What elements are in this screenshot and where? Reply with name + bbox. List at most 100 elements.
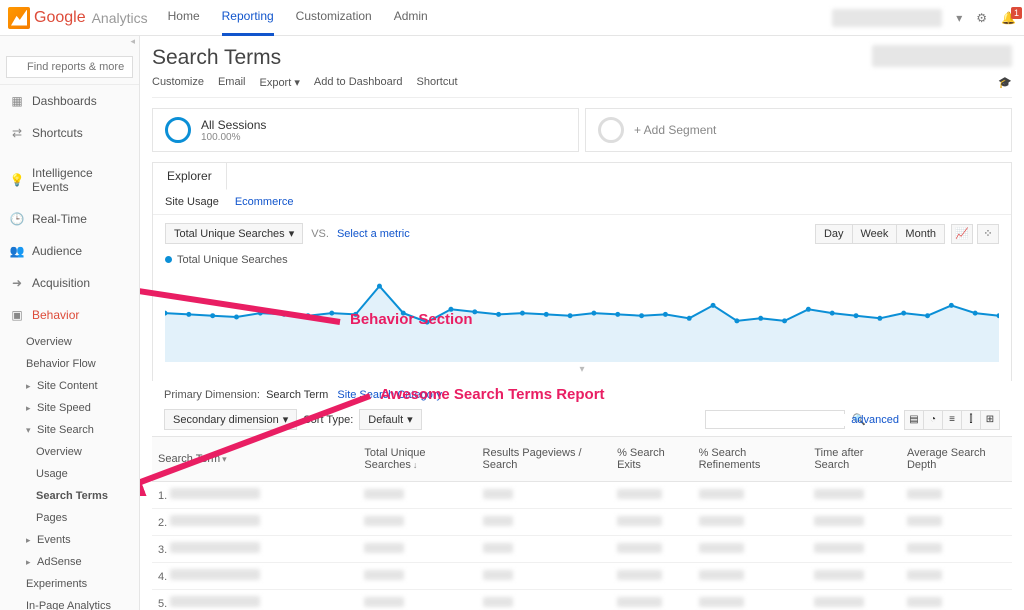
segment-add[interactable]: + Add Segment — [585, 108, 1012, 152]
sidebar-item-realtime[interactable]: 🕒Real-Time — [0, 203, 139, 235]
chevron-right-icon: ▸ — [26, 535, 34, 546]
compare-metric-selector[interactable]: Select a metric — [337, 228, 410, 240]
account-selector[interactable] — [832, 9, 942, 27]
nav-home[interactable]: Home — [168, 0, 200, 36]
chart-line-icon[interactable]: 📈 — [951, 224, 973, 244]
sidebar-item-dashboards[interactable]: ▦Dashboards — [0, 85, 139, 117]
trend-chart[interactable] — [165, 272, 999, 362]
tab-explorer[interactable]: Explorer — [153, 163, 227, 190]
logo[interactable]: Google Analytics — [8, 7, 148, 29]
action-shortcut[interactable]: Shortcut — [417, 76, 458, 89]
table-search[interactable]: 🔍 — [705, 410, 845, 429]
view-comparison-icon[interactable]: ⫿ — [961, 410, 981, 430]
notifications-icon[interactable]: 🔔 — [1001, 11, 1016, 25]
behavior-submenu: Overview Behavior Flow ▸Site Content ▸Si… — [0, 331, 139, 610]
legend-dot-icon — [165, 256, 172, 263]
action-customize[interactable]: Customize — [152, 76, 204, 89]
sub-site-speed[interactable]: ▸Site Speed — [26, 397, 139, 419]
sub-inpage[interactable]: In-Page Analytics — [26, 595, 139, 610]
sub-ss-terms[interactable]: Search Terms — [26, 485, 139, 507]
sub-overview[interactable]: Overview — [26, 331, 139, 353]
vs-label: VS. — [311, 228, 329, 240]
chart-motion-icon[interactable]: ⁘ — [977, 224, 999, 244]
action-email[interactable]: Email — [218, 76, 246, 89]
view-table-icon[interactable]: ▤ — [904, 410, 924, 430]
chevron-down-icon[interactable]: ▾ — [956, 11, 962, 25]
sub-experiments[interactable]: Experiments — [26, 573, 139, 595]
col-depth[interactable]: Average Search Depth — [901, 437, 1012, 482]
col-unique[interactable]: Total Unique Searches↓ — [358, 437, 476, 482]
dimension-row: Primary Dimension: Search Term Site Sear… — [152, 381, 1012, 405]
granularity-month[interactable]: Month — [896, 224, 945, 244]
chart-expand-icon[interactable]: ▾ — [153, 362, 1011, 381]
dim-site-search-category[interactable]: Site Search Category — [337, 389, 442, 401]
chevron-down-icon: ▾ — [26, 425, 34, 436]
sub-ss-overview[interactable]: Overview — [26, 441, 139, 463]
sidebar: ◂ ▦Dashboards ⇄Shortcuts 💡Intelligence E… — [0, 36, 140, 610]
brand-product: Analytics — [92, 10, 148, 26]
sub-flow[interactable]: Behavior Flow — [26, 353, 139, 375]
table-row[interactable]: 3. — [152, 536, 1012, 563]
sub-site-content[interactable]: ▸Site Content — [26, 375, 139, 397]
action-export[interactable]: Export ▾ — [259, 76, 299, 89]
col-time[interactable]: Time after Search — [808, 437, 901, 482]
table-row[interactable]: 2. — [152, 509, 1012, 536]
table-search-input[interactable] — [710, 414, 852, 426]
action-bar: Customize Email Export ▾ Add to Dashboar… — [152, 76, 1012, 98]
advanced-filter-link[interactable]: advanced — [851, 414, 899, 426]
table-row[interactable]: 1. — [152, 482, 1012, 509]
sort-type-selector[interactable]: Default ▾ — [359, 409, 421, 430]
audience-icon: 👥 — [10, 244, 24, 258]
data-table: Search Term▾ Total Unique Searches↓ Resu… — [152, 436, 1012, 610]
sidebar-collapse-icon[interactable]: ◂ — [0, 36, 139, 50]
granularity-day[interactable]: Day — [815, 224, 853, 244]
sidebar-item-intelligence[interactable]: 💡Intelligence Events — [0, 157, 139, 203]
sidebar-item-acquisition[interactable]: ➜Acquisition — [0, 267, 139, 299]
acquisition-icon: ➜ — [10, 276, 24, 290]
table-row[interactable]: 4. — [152, 563, 1012, 590]
subtab-site-usage[interactable]: Site Usage — [165, 196, 219, 208]
view-percent-icon[interactable]: ◔ — [923, 410, 943, 430]
segment-circle-icon — [165, 117, 191, 143]
view-mode-buttons: ▤ ◔ ≡ ⫿ ⊞ — [905, 410, 1000, 430]
subtab-ecommerce[interactable]: Ecommerce — [235, 196, 294, 208]
action-add-dashboard[interactable]: Add to Dashboard — [314, 76, 403, 89]
nav-admin[interactable]: Admin — [394, 0, 428, 36]
chevron-right-icon: ▸ — [26, 381, 34, 392]
bulb-icon: 💡 — [10, 173, 24, 187]
col-refinements[interactable]: % Search Refinements — [693, 437, 809, 482]
dim-search-term[interactable]: Search Term — [266, 389, 328, 401]
granularity-buttons: Day Week Month — [816, 224, 945, 244]
dashboard-icon: ▦ — [10, 94, 24, 108]
col-pageviews[interactable]: Results Pageviews / Search — [477, 437, 612, 482]
add-segment-label: + Add Segment — [634, 123, 716, 137]
nav-reporting[interactable]: Reporting — [222, 0, 274, 36]
secondary-dimension-selector[interactable]: Secondary dimension ▾ — [164, 409, 297, 430]
segment-all-sessions[interactable]: All Sessions 100.00% — [152, 108, 579, 152]
sub-ss-usage[interactable]: Usage — [26, 463, 139, 485]
granularity-week[interactable]: Week — [852, 224, 898, 244]
sub-site-search[interactable]: ▾Site Search — [26, 419, 139, 441]
sidebar-item-shortcuts[interactable]: ⇄Shortcuts — [0, 117, 139, 149]
col-search-term[interactable]: Search Term▾ — [152, 437, 358, 482]
sub-ss-pages[interactable]: Pages — [26, 507, 139, 529]
clock-icon: 🕒 — [10, 212, 24, 226]
sidebar-item-audience[interactable]: 👥Audience — [0, 235, 139, 267]
graduation-icon[interactable]: 🎓 — [998, 76, 1012, 89]
segments-row: All Sessions 100.00% + Add Segment — [152, 98, 1012, 162]
view-pivot-icon[interactable]: ⊞ — [980, 410, 1000, 430]
primary-metric-selector[interactable]: Total Unique Searches ▾ — [165, 223, 303, 244]
chart-legend: Total Unique Searches — [153, 252, 1011, 268]
gear-icon[interactable]: ⚙ — [976, 11, 987, 25]
search-reports-input[interactable] — [6, 56, 133, 78]
top-nav: Home Reporting Customization Admin — [168, 0, 428, 36]
nav-customization[interactable]: Customization — [296, 0, 372, 36]
sub-events[interactable]: ▸Events — [26, 529, 139, 551]
date-range-picker[interactable] — [872, 45, 1012, 67]
col-exits[interactable]: % Search Exits — [611, 437, 693, 482]
sidebar-item-behavior[interactable]: ▣Behavior — [0, 299, 139, 331]
view-performance-icon[interactable]: ≡ — [942, 410, 962, 430]
main-content: Search Terms Customize Email Export ▾ Ad… — [140, 36, 1024, 610]
sub-adsense[interactable]: ▸AdSense — [26, 551, 139, 573]
table-row[interactable]: 5. — [152, 590, 1012, 610]
